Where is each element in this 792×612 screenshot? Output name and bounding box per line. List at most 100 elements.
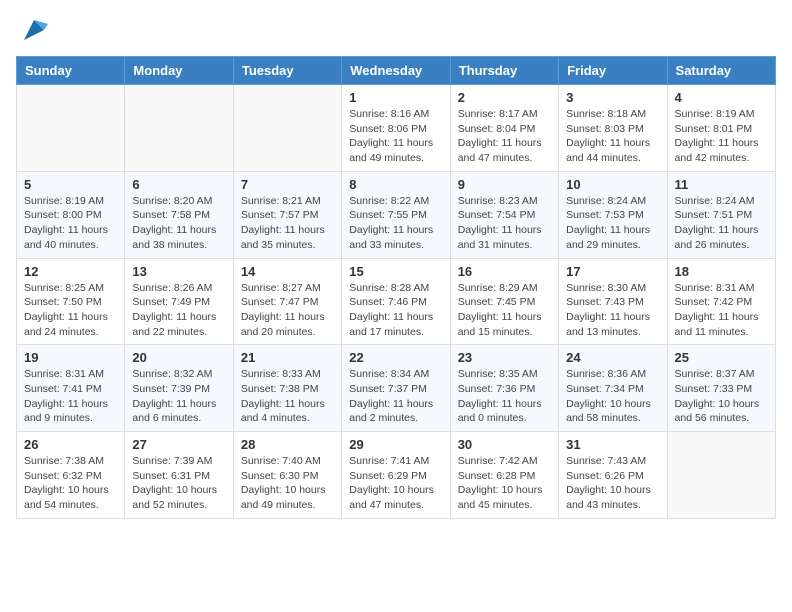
day-cell: 8 Sunrise: 8:22 AMSunset: 7:55 PMDaylight… (342, 171, 450, 258)
day-number: 31 (566, 437, 659, 452)
day-info: Sunrise: 8:18 AMSunset: 8:03 PMDaylight:… (566, 107, 659, 166)
day-number: 5 (24, 177, 117, 192)
day-number: 13 (132, 264, 225, 279)
day-info: Sunrise: 8:35 AMSunset: 7:36 PMDaylight:… (458, 367, 551, 426)
day-number: 16 (458, 264, 551, 279)
day-cell: 28 Sunrise: 7:40 AMSunset: 6:30 PMDayligh… (233, 432, 341, 519)
day-info: Sunrise: 8:30 AMSunset: 7:43 PMDaylight:… (566, 281, 659, 340)
day-info: Sunrise: 8:29 AMSunset: 7:45 PMDaylight:… (458, 281, 551, 340)
day-number: 7 (241, 177, 334, 192)
day-number: 19 (24, 350, 117, 365)
weekday-header-row: SundayMondayTuesdayWednesdayThursdayFrid… (17, 57, 776, 85)
day-number: 12 (24, 264, 117, 279)
day-info: Sunrise: 8:23 AMSunset: 7:54 PMDaylight:… (458, 194, 551, 253)
day-cell: 22 Sunrise: 8:34 AMSunset: 7:37 PMDayligh… (342, 345, 450, 432)
day-cell: 15 Sunrise: 8:28 AMSunset: 7:46 PMDayligh… (342, 258, 450, 345)
logo-icon (20, 16, 48, 44)
week-row-2: 5 Sunrise: 8:19 AMSunset: 8:00 PMDaylight… (17, 171, 776, 258)
day-cell: 14 Sunrise: 8:27 AMSunset: 7:47 PMDayligh… (233, 258, 341, 345)
day-number: 26 (24, 437, 117, 452)
day-cell (667, 432, 775, 519)
day-cell: 27 Sunrise: 7:39 AMSunset: 6:31 PMDayligh… (125, 432, 233, 519)
day-number: 8 (349, 177, 442, 192)
day-info: Sunrise: 8:26 AMSunset: 7:49 PMDaylight:… (132, 281, 225, 340)
day-info: Sunrise: 8:31 AMSunset: 7:42 PMDaylight:… (675, 281, 768, 340)
day-info: Sunrise: 8:36 AMSunset: 7:34 PMDaylight:… (566, 367, 659, 426)
day-info: Sunrise: 8:24 AMSunset: 7:51 PMDaylight:… (675, 194, 768, 253)
day-cell: 20 Sunrise: 8:32 AMSunset: 7:39 PMDayligh… (125, 345, 233, 432)
day-info: Sunrise: 7:39 AMSunset: 6:31 PMDaylight:… (132, 454, 225, 513)
week-row-3: 12 Sunrise: 8:25 AMSunset: 7:50 PMDayligh… (17, 258, 776, 345)
day-cell: 18 Sunrise: 8:31 AMSunset: 7:42 PMDayligh… (667, 258, 775, 345)
day-number: 15 (349, 264, 442, 279)
day-number: 17 (566, 264, 659, 279)
day-cell: 19 Sunrise: 8:31 AMSunset: 7:41 PMDayligh… (17, 345, 125, 432)
day-cell: 7 Sunrise: 8:21 AMSunset: 7:57 PMDaylight… (233, 171, 341, 258)
day-cell: 17 Sunrise: 8:30 AMSunset: 7:43 PMDayligh… (559, 258, 667, 345)
weekday-header-saturday: Saturday (667, 57, 775, 85)
weekday-header-thursday: Thursday (450, 57, 558, 85)
day-cell (233, 85, 341, 172)
day-cell: 21 Sunrise: 8:33 AMSunset: 7:38 PMDayligh… (233, 345, 341, 432)
day-cell: 1 Sunrise: 8:16 AMSunset: 8:06 PMDaylight… (342, 85, 450, 172)
day-cell: 24 Sunrise: 8:36 AMSunset: 7:34 PMDayligh… (559, 345, 667, 432)
day-number: 21 (241, 350, 334, 365)
day-info: Sunrise: 7:41 AMSunset: 6:29 PMDaylight:… (349, 454, 442, 513)
day-number: 4 (675, 90, 768, 105)
day-number: 9 (458, 177, 551, 192)
day-number: 1 (349, 90, 442, 105)
day-info: Sunrise: 8:16 AMSunset: 8:06 PMDaylight:… (349, 107, 442, 166)
logo (16, 16, 48, 44)
day-number: 18 (675, 264, 768, 279)
day-number: 20 (132, 350, 225, 365)
day-cell: 9 Sunrise: 8:23 AMSunset: 7:54 PMDaylight… (450, 171, 558, 258)
day-cell: 13 Sunrise: 8:26 AMSunset: 7:49 PMDayligh… (125, 258, 233, 345)
weekday-header-sunday: Sunday (17, 57, 125, 85)
day-cell: 31 Sunrise: 7:43 AMSunset: 6:26 PMDayligh… (559, 432, 667, 519)
day-cell: 29 Sunrise: 7:41 AMSunset: 6:29 PMDayligh… (342, 432, 450, 519)
week-row-4: 19 Sunrise: 8:31 AMSunset: 7:41 PMDayligh… (17, 345, 776, 432)
day-info: Sunrise: 7:38 AMSunset: 6:32 PMDaylight:… (24, 454, 117, 513)
day-cell (125, 85, 233, 172)
day-number: 27 (132, 437, 225, 452)
day-number: 10 (566, 177, 659, 192)
day-info: Sunrise: 8:27 AMSunset: 7:47 PMDaylight:… (241, 281, 334, 340)
day-info: Sunrise: 8:20 AMSunset: 7:58 PMDaylight:… (132, 194, 225, 253)
day-cell: 5 Sunrise: 8:19 AMSunset: 8:00 PMDaylight… (17, 171, 125, 258)
day-info: Sunrise: 8:21 AMSunset: 7:57 PMDaylight:… (241, 194, 334, 253)
day-info: Sunrise: 7:40 AMSunset: 6:30 PMDaylight:… (241, 454, 334, 513)
day-number: 23 (458, 350, 551, 365)
day-info: Sunrise: 8:28 AMSunset: 7:46 PMDaylight:… (349, 281, 442, 340)
day-cell: 6 Sunrise: 8:20 AMSunset: 7:58 PMDaylight… (125, 171, 233, 258)
day-cell: 25Sunrise: 8:37 AMSunset: 7:33 PMDayligh… (667, 345, 775, 432)
day-number: 29 (349, 437, 442, 452)
day-number: 24 (566, 350, 659, 365)
day-number: 2 (458, 90, 551, 105)
day-cell: 12 Sunrise: 8:25 AMSunset: 7:50 PMDayligh… (17, 258, 125, 345)
weekday-header-monday: Monday (125, 57, 233, 85)
day-number: 14 (241, 264, 334, 279)
day-info: Sunrise: 8:31 AMSunset: 7:41 PMDaylight:… (24, 367, 117, 426)
day-number: 22 (349, 350, 442, 365)
day-info: Sunrise: 8:34 AMSunset: 7:37 PMDaylight:… (349, 367, 442, 426)
day-cell: 11 Sunrise: 8:24 AMSunset: 7:51 PMDayligh… (667, 171, 775, 258)
day-number: 11 (675, 177, 768, 192)
day-info: Sunrise: 8:32 AMSunset: 7:39 PMDaylight:… (132, 367, 225, 426)
day-info: Sunrise: 7:43 AMSunset: 6:26 PMDaylight:… (566, 454, 659, 513)
day-info: Sunrise: 8:25 AMSunset: 7:50 PMDaylight:… (24, 281, 117, 340)
week-row-1: 1 Sunrise: 8:16 AMSunset: 8:06 PMDaylight… (17, 85, 776, 172)
day-cell: 26 Sunrise: 7:38 AMSunset: 6:32 PMDayligh… (17, 432, 125, 519)
day-info: Sunrise: 8:22 AMSunset: 7:55 PMDaylight:… (349, 194, 442, 253)
day-number: 30 (458, 437, 551, 452)
day-number: 28 (241, 437, 334, 452)
day-info: Sunrise: 7:42 AMSunset: 6:28 PMDaylight:… (458, 454, 551, 513)
day-number: 25 (675, 350, 768, 365)
day-info: Sunrise: 8:33 AMSunset: 7:38 PMDaylight:… (241, 367, 334, 426)
day-info: Sunrise: 8:19 AMSunset: 8:00 PMDaylight:… (24, 194, 117, 253)
day-cell: 3Sunrise: 8:18 AMSunset: 8:03 PMDaylight… (559, 85, 667, 172)
weekday-header-wednesday: Wednesday (342, 57, 450, 85)
day-number: 6 (132, 177, 225, 192)
day-cell (17, 85, 125, 172)
page-header (16, 16, 776, 44)
week-row-5: 26 Sunrise: 7:38 AMSunset: 6:32 PMDayligh… (17, 432, 776, 519)
